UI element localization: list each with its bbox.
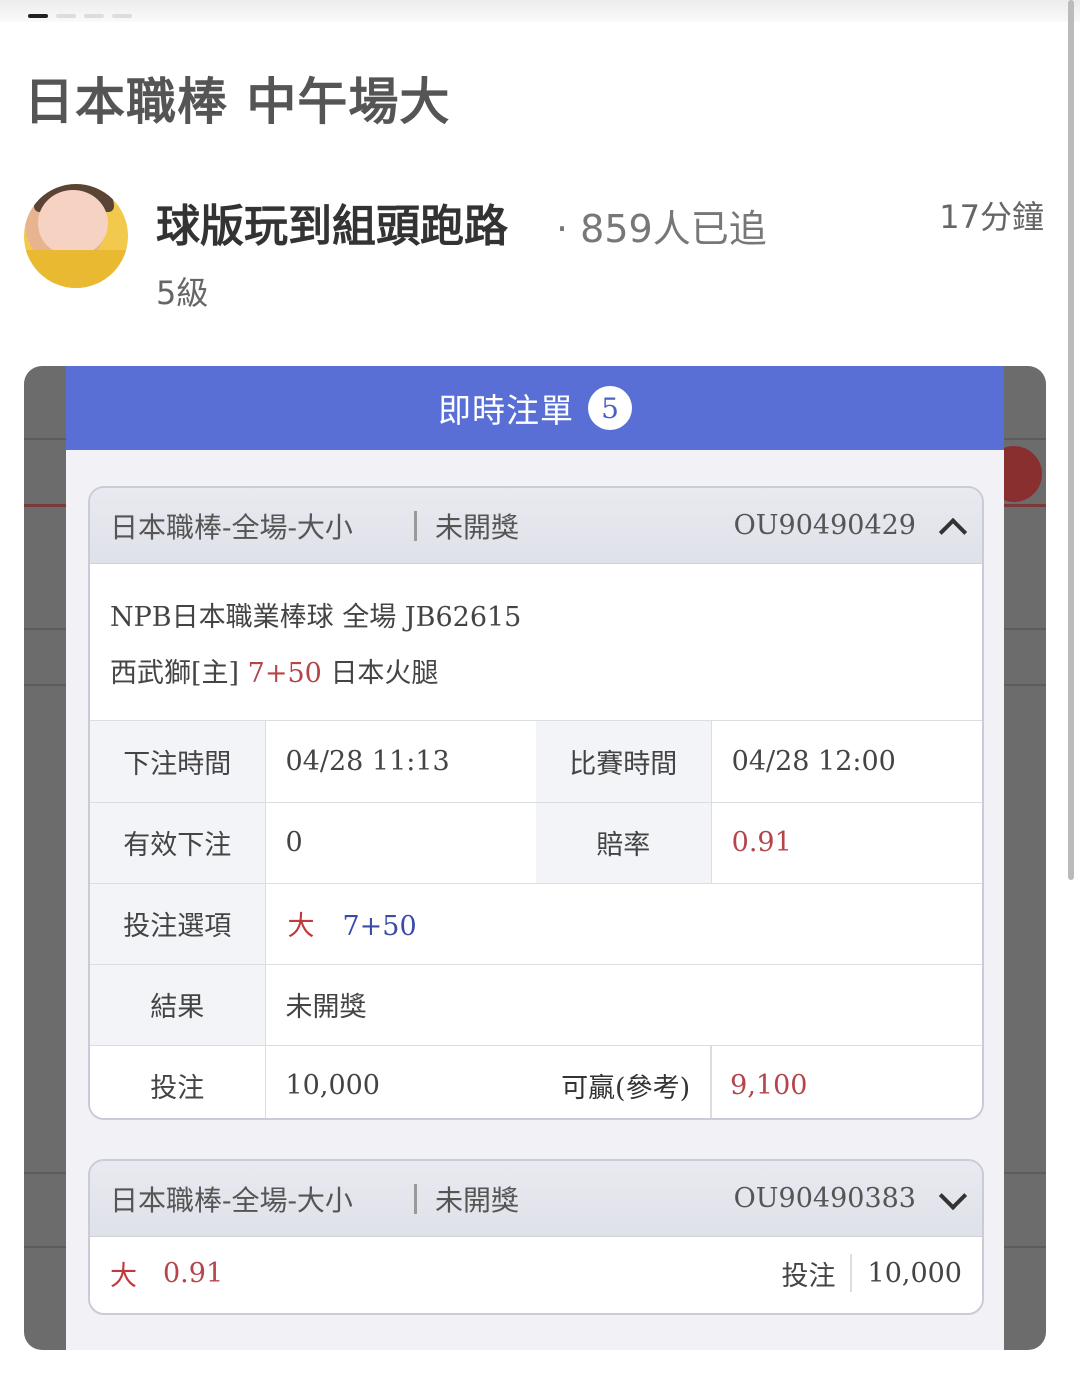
ticket-status: 未開獎 [435, 1183, 520, 1217]
stake-label: 投注 [90, 1045, 266, 1118]
ticket-header[interactable]: 日本職棒-全場-大小 未開獎 OU90490383 [90, 1161, 982, 1237]
modal-header: 即時注單 5 [66, 366, 1004, 450]
pick-line: 7+50 [342, 911, 417, 942]
modal-title: 即時注單 [438, 391, 574, 430]
match-time-label: 比賽時間 [535, 721, 712, 803]
bet-ticket-collapsed: 日本職棒-全場-大小 未開獎 OU90490383 大 0.91 投注 10,0… [88, 1159, 984, 1315]
odds-label: 賠率 [535, 802, 712, 884]
match-teams: 西武獅[主] 7+50 日本火腿 [110, 646, 962, 702]
live-bets-modal: 即時注單 5 日本職棒-全場-大小 未開獎 OU90490429 NPB日本職業… [66, 366, 1004, 1350]
odds-value: 0.91 [163, 1257, 224, 1289]
follower-count: · 859人已追 [556, 207, 767, 251]
result-value: 未開獎 [265, 964, 982, 1046]
chevron-up-icon[interactable] [938, 513, 964, 539]
match-line: NPB日本職業棒球 全場 JB62615 [110, 602, 522, 633]
avatar-shirt [24, 250, 128, 288]
header-separator [414, 510, 417, 541]
ticket-header[interactable]: 日本職棒-全場-大小 未開獎 OU90490429 [90, 488, 982, 564]
result-label: 結果 [90, 964, 266, 1046]
bet-details-table: 下注時間 04/28 11:13 比賽時間 04/28 12:00 有效下注 0… [90, 721, 982, 1118]
header-separator [414, 1183, 417, 1214]
bet-screenshot[interactable]: 即時注單 5 日本職棒-全場-大小 未開獎 OU90490429 NPB日本職業… [24, 366, 1046, 1350]
ticket-id: OU90490383 [733, 1183, 916, 1214]
scrollbar[interactable] [1068, 0, 1074, 880]
odds-value: 0.91 [711, 802, 982, 884]
potential-win-value: 9,100 [730, 1070, 808, 1102]
ticket-id: OU90490429 [733, 510, 916, 541]
author-name[interactable]: 球版玩到組頭跑路 [156, 190, 508, 254]
ticket-status: 未開獎 [435, 510, 520, 544]
ticket-category: 日本職棒-全場-大小 [110, 510, 353, 544]
handicap-line: 7+50 [247, 658, 322, 689]
post-time: 17分鐘 [939, 198, 1044, 236]
pick-side: 大 [287, 911, 315, 942]
pick-side: 大 [110, 1260, 137, 1292]
table-row: 有效下注 0 賠率 0.91 [90, 802, 982, 884]
bet-option-value: 大 7+50 [265, 883, 982, 965]
home-team: 西武獅[主] [110, 658, 240, 689]
table-row: 結果 未開獎 [90, 964, 982, 1046]
page-indicator [28, 14, 132, 18]
stake-label: 投注 [782, 1254, 852, 1292]
table-row: 投注選項 大 7+50 [90, 883, 982, 965]
stake-value: 10,000 [285, 1070, 380, 1102]
table-row: 下注時間 04/28 11:13 比賽時間 04/28 12:00 [90, 721, 982, 803]
ticket-category: 日本職棒-全場-大小 [110, 1183, 353, 1217]
stake-value: 10,000 [867, 1257, 962, 1289]
bet-time-label: 下注時間 [90, 721, 266, 803]
avatar[interactable] [24, 184, 128, 288]
valid-bet-label: 有效下注 [90, 802, 266, 884]
potential-win-label: 可贏(參考) [535, 1045, 713, 1118]
status-bar-area [0, 0, 1080, 22]
match-info: NPB日本職業棒球 全場 JB62615 西武獅[主] 7+50 日本火腿 [90, 564, 982, 721]
bet-option-label: 投注選項 [90, 883, 266, 965]
post-title: 日本職棒 中午場大 [24, 73, 451, 131]
match-time-value: 04/28 12:00 [711, 721, 982, 803]
bet-ticket-expanded: 日本職棒-全場-大小 未開獎 OU90490429 NPB日本職業棒球 全場 J… [88, 486, 984, 1120]
away-team: 日本火腿 [330, 658, 439, 689]
user-level: 5級 [156, 274, 209, 312]
bet-count-badge: 5 [588, 386, 632, 430]
bet-time-value: 04/28 11:13 [265, 721, 536, 803]
avatar-face [38, 190, 108, 256]
table-row: 投注 10,000 可贏(參考) 9,100 [90, 1045, 982, 1118]
chevron-down-icon[interactable] [938, 1186, 964, 1212]
ticket-summary: 大 0.91 投注 10,000 [90, 1237, 982, 1309]
valid-bet-value: 0 [265, 802, 536, 884]
